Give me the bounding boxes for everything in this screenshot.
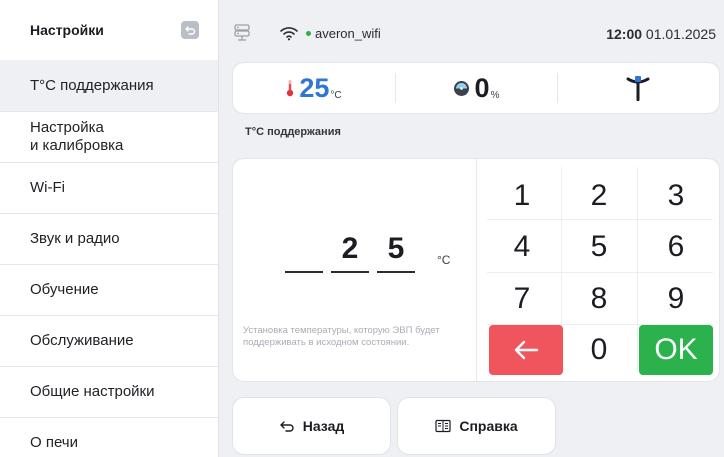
section-title: T°С поддержания bbox=[245, 126, 341, 138]
probe-status bbox=[557, 63, 719, 113]
sidebar-item-label: Настройка и калибровка bbox=[30, 119, 124, 154]
back-button-label: Назад bbox=[302, 418, 345, 434]
key-9[interactable]: 9 bbox=[639, 274, 713, 324]
sidebar-item-label: Звук и радио bbox=[30, 230, 120, 247]
probe-icon bbox=[626, 76, 650, 101]
sidebar-item-label: Wi-Fi bbox=[30, 179, 65, 196]
key-8[interactable]: 8 bbox=[562, 274, 636, 324]
sidebar-item-sound-radio[interactable]: Звук и радио bbox=[0, 213, 218, 264]
sidebar-item-general-settings[interactable]: Общие настройки bbox=[0, 366, 218, 417]
humidity-gauge-icon bbox=[453, 80, 469, 96]
sidebar-item-maintenance[interactable]: Обслуживание bbox=[0, 315, 218, 366]
clock-date: 01.01.2025 bbox=[645, 26, 716, 42]
return-icon bbox=[184, 25, 195, 35]
humidity-unit: % bbox=[490, 89, 500, 101]
key-4[interactable]: 4 bbox=[485, 222, 559, 272]
temperature-unit: °C bbox=[330, 89, 342, 101]
sidebar: Настройки T°С поддержания Настройка и ка… bbox=[0, 0, 219, 457]
sidebar-item-label: Обучение bbox=[30, 281, 99, 298]
key-7[interactable]: 7 bbox=[485, 274, 559, 324]
digit-slot-2: 2 bbox=[331, 229, 369, 273]
digit-slot-1 bbox=[285, 229, 323, 273]
key-0[interactable]: 0 bbox=[562, 325, 636, 375]
input-unit: °C bbox=[437, 253, 451, 267]
key-6[interactable]: 6 bbox=[639, 222, 713, 272]
sidebar-item-label: T°С поддержания bbox=[30, 77, 154, 94]
key-1[interactable]: 1 bbox=[485, 171, 559, 221]
temperature-entry-panel: 2 5 °C Установка температуры, которую ЭВ… bbox=[232, 158, 720, 382]
sidebar-item-holding-temperature[interactable]: T°С поддержания bbox=[0, 60, 218, 111]
sidebar-item-calibration[interactable]: Настройка и калибровка bbox=[0, 111, 218, 162]
key-2[interactable]: 2 bbox=[562, 171, 636, 221]
sidebar-item-about-oven[interactable]: О печи bbox=[0, 417, 218, 457]
arrow-left-icon bbox=[514, 340, 539, 360]
wifi-status-dot bbox=[306, 31, 311, 36]
clock: 12:00 01.01.2025 bbox=[606, 26, 716, 42]
temperature-value: 25 bbox=[299, 72, 330, 103]
thermometer-icon bbox=[287, 80, 294, 97]
wifi-icon bbox=[280, 27, 298, 41]
key-3[interactable]: 3 bbox=[639, 171, 713, 221]
key-backspace[interactable] bbox=[489, 325, 563, 375]
sidebar-item-label: Общие настройки bbox=[30, 383, 155, 400]
help-book-icon bbox=[435, 419, 451, 433]
sidebar-header: Настройки bbox=[0, 0, 218, 60]
clock-time: 12:00 bbox=[606, 26, 643, 42]
sidebar-item-label: Обслуживание bbox=[30, 332, 134, 349]
back-button[interactable]: Назад bbox=[232, 397, 391, 455]
help-hint-text: Установка температуры, которую ЭВП будет… bbox=[243, 325, 440, 348]
numeric-keypad: 1 2 3 4 5 6 7 8 9 0 OK bbox=[476, 159, 720, 381]
humidity-status: 0 % bbox=[395, 63, 557, 113]
key-5[interactable]: 5 bbox=[562, 222, 636, 272]
sidebar-item-label: О печи bbox=[30, 434, 78, 451]
top-bar: averon_wifi 12:00 01.01.2025 bbox=[219, 0, 724, 60]
sidebar-item-training[interactable]: Обучение bbox=[0, 264, 218, 315]
wifi-network-name: averon_wifi bbox=[315, 26, 381, 41]
help-button[interactable]: Справка bbox=[397, 397, 556, 455]
sidebar-back-button[interactable] bbox=[181, 21, 199, 39]
server-icon bbox=[234, 24, 250, 41]
help-button-label: Справка bbox=[459, 418, 518, 434]
humidity-value: 0 bbox=[474, 72, 490, 103]
temperature-input[interactable]: 2 5 °C bbox=[285, 229, 450, 273]
sidebar-title: Настройки bbox=[30, 22, 104, 38]
digit-slot-3: 5 bbox=[377, 229, 415, 273]
key-ok[interactable]: OK bbox=[639, 325, 713, 375]
sidebar-item-wifi[interactable]: Wi-Fi bbox=[0, 162, 218, 213]
status-card: 25 °C 0 % bbox=[232, 62, 720, 114]
return-arrow-icon bbox=[280, 421, 294, 432]
temperature-status: 25 °C bbox=[233, 63, 395, 113]
